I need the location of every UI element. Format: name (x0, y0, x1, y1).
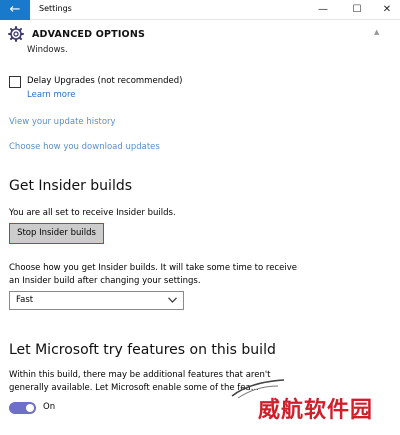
title-bar: ← Settings — ☐ ✕ (0, 0, 400, 20)
try-features-heading: Let Microsoft try features on this build (9, 342, 276, 358)
delay-upgrades-checkbox[interactable] (9, 76, 21, 88)
clipped-description: Windows. (27, 45, 68, 55)
back-arrow-icon: ← (9, 2, 21, 17)
gear-icon (8, 26, 24, 42)
choose-download-updates-link[interactable]: Choose how you download updates (9, 142, 160, 152)
stop-insider-builds-button[interactable]: Stop Insider builds (9, 223, 104, 244)
watermark-logo: 威航软件园 (258, 398, 374, 423)
insider-choose-text: Choose how you get Insider builds. It wi… (9, 263, 297, 286)
window-title: Settings (39, 4, 72, 13)
insider-ring-dropdown[interactable]: Fast (9, 291, 184, 310)
view-update-history-link[interactable]: View your update history (9, 117, 116, 127)
try-features-toggle[interactable] (9, 402, 36, 414)
delay-upgrades-label[interactable]: Delay Upgrades (not recommended) (27, 76, 182, 86)
page-title: ADVANCED OPTIONS (32, 29, 146, 40)
toggle-state-label: On (43, 402, 56, 412)
back-button[interactable]: ← (0, 0, 30, 20)
maximize-button[interactable]: ☐ (340, 0, 374, 20)
close-button[interactable]: ✕ (370, 0, 400, 20)
chevron-down-icon (168, 297, 177, 303)
close-icon: ✕ (382, 4, 392, 15)
learn-more-link[interactable]: Learn more (27, 90, 75, 100)
minimize-icon: — (318, 4, 328, 15)
insider-status-text: You are all set to receive Insider build… (9, 208, 176, 218)
minimize-button[interactable]: — (306, 0, 340, 20)
insider-builds-heading: Get Insider builds (9, 178, 133, 194)
scroll-up-icon[interactable]: ▲ (374, 28, 379, 36)
maximize-icon: ☐ (352, 4, 362, 15)
dropdown-selected-value: Fast (16, 295, 34, 305)
toggle-knob (26, 404, 34, 412)
